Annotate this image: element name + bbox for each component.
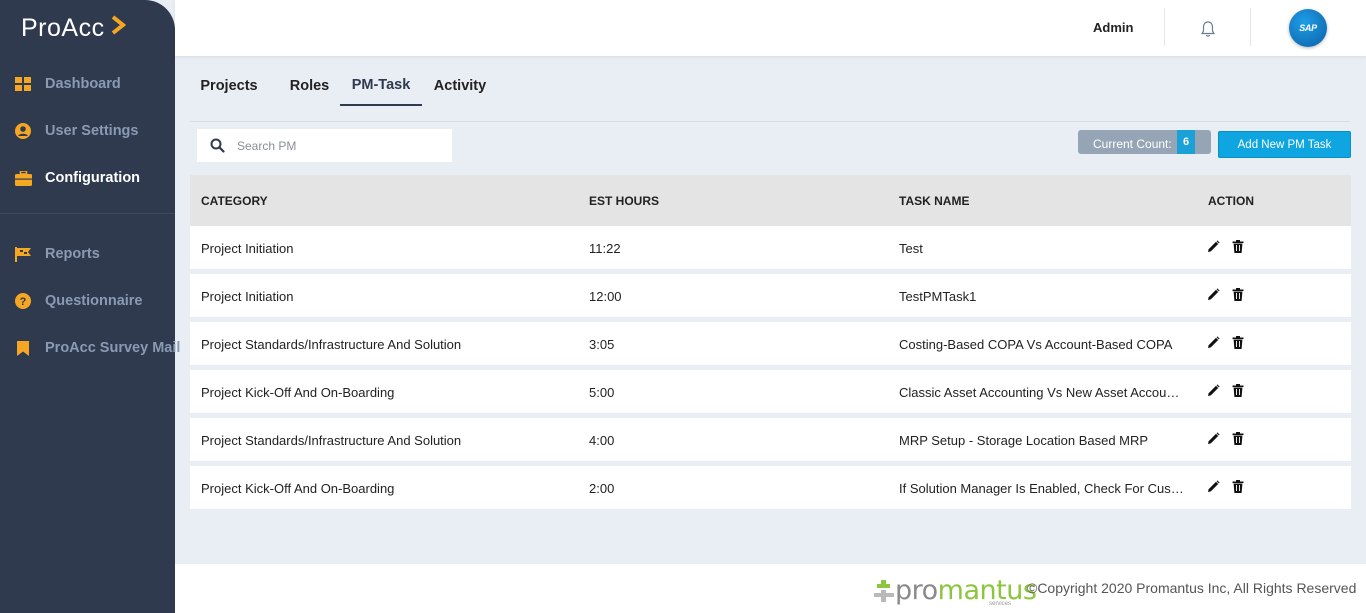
edit-icon[interactable] bbox=[1207, 432, 1221, 446]
grid-icon bbox=[14, 75, 32, 93]
logo-prefix: pro bbox=[895, 575, 938, 606]
avatar-text: SAP bbox=[1299, 23, 1317, 33]
header-action: ACTION bbox=[1208, 194, 1254, 208]
add-pm-task-button[interactable]: Add New PM Task bbox=[1218, 131, 1351, 158]
cell-est-hours: 2:00 bbox=[589, 481, 615, 496]
tab-projects[interactable]: Projects bbox=[190, 66, 268, 106]
tab-label: PM-Task bbox=[351, 77, 411, 93]
cell-task-name: TestPMTask1 bbox=[899, 289, 977, 304]
cell-category: Project Standards/Infrastructure And Sol… bbox=[201, 337, 462, 352]
edit-icon[interactable] bbox=[1207, 288, 1221, 302]
delete-icon[interactable] bbox=[1232, 240, 1246, 254]
promantus-wordmark: promantus bbox=[895, 575, 1037, 606]
table-row: Project Kick-Off And On-Boarding 5:00 Clas… bbox=[190, 370, 1351, 413]
sidebar-item-survey-mail[interactable]: ProAcc Survey Mail bbox=[0, 326, 180, 370]
sidebar-item-questionnaire[interactable]: ? Questionnaire bbox=[0, 279, 175, 323]
sidebar-item-reports[interactable]: Reports bbox=[0, 232, 175, 276]
app-logo[interactable]: ProAcc bbox=[21, 14, 129, 43]
delete-icon[interactable] bbox=[1232, 336, 1246, 350]
user-circle-icon bbox=[14, 122, 32, 140]
tab-label: Activity bbox=[433, 78, 487, 94]
sidebar-item-label: User Settings bbox=[45, 123, 139, 139]
cell-task-name: If Solution Manager Is Enabled, Check Fo… bbox=[899, 481, 1185, 496]
cell-task-name: Test bbox=[899, 241, 923, 256]
search-box bbox=[197, 129, 452, 162]
top-bar: Admin SAP bbox=[175, 0, 1366, 56]
logo-suffix: mantus bbox=[937, 575, 1037, 606]
table-row: Project Standards/Infrastructure And Sol… bbox=[190, 418, 1351, 461]
logo-sub: services bbox=[989, 601, 1012, 607]
chevron-right-icon bbox=[109, 14, 129, 43]
cell-est-hours: 4:00 bbox=[589, 433, 615, 448]
cell-category: Project Kick-Off And On-Boarding bbox=[201, 481, 395, 496]
edit-icon[interactable] bbox=[1207, 336, 1221, 350]
header-category: CATEGORY bbox=[201, 194, 268, 208]
sidebar-item-configuration[interactable]: Configuration bbox=[0, 156, 175, 200]
cell-est-hours: 5:00 bbox=[589, 385, 615, 400]
cell-task-name: Classic Asset Accounting Vs New Asset Ac… bbox=[899, 385, 1185, 400]
delete-icon[interactable] bbox=[1232, 384, 1246, 398]
sidebar-divider bbox=[0, 213, 175, 214]
flag-icon bbox=[14, 245, 32, 263]
table-row: Project Kick-Off And On-Boarding 2:00 If S… bbox=[190, 466, 1351, 509]
header-divider bbox=[1250, 8, 1251, 46]
sidebar-item-dashboard[interactable]: Dashboard bbox=[0, 62, 175, 106]
sidebar-item-label: Reports bbox=[45, 246, 100, 262]
sidebar-item-label: Configuration bbox=[45, 170, 141, 186]
table-row: Project Initiation 12:00 TestPMTask1 bbox=[190, 274, 1351, 317]
question-circle-icon: ? bbox=[14, 292, 32, 310]
sidebar-item-user-settings[interactable]: User Settings bbox=[0, 109, 175, 153]
header-task-name: TASK NAME bbox=[899, 194, 970, 208]
table-row: Project Standards/Infrastructure And Sol… bbox=[190, 322, 1351, 365]
cell-category: Project Standards/Infrastructure And Sol… bbox=[201, 433, 462, 448]
cell-category: Project Kick-Off And On-Boarding bbox=[201, 385, 395, 400]
sidebar: ProAcc Dashboard User Settings Configura… bbox=[0, 0, 180, 613]
promantus-logo: promantus services bbox=[873, 572, 1037, 607]
cell-category: Project Initiation bbox=[201, 289, 294, 304]
tab-label: Roles bbox=[289, 78, 330, 94]
promantus-mark-icon bbox=[874, 580, 894, 602]
search-icon bbox=[210, 138, 225, 153]
tab-roles[interactable]: Roles bbox=[282, 66, 337, 106]
table-header: CATEGORY EST HOURS TASK NAME ACTION bbox=[190, 175, 1351, 226]
sidebar-item-label: Dashboard bbox=[45, 76, 121, 92]
count-value: 6 bbox=[1177, 130, 1195, 154]
avatar[interactable]: SAP bbox=[1289, 9, 1327, 47]
copyright-text: ©Copyright 2020 Promantus Inc, All Right… bbox=[1027, 580, 1357, 596]
tab-bar: Projects Roles PM-Task Activity bbox=[190, 66, 1350, 122]
header-divider bbox=[1164, 8, 1165, 46]
cell-task-name: Costing-Based COPA Vs Account-Based COPA bbox=[899, 337, 1173, 352]
search-input[interactable] bbox=[237, 135, 442, 156]
delete-icon[interactable] bbox=[1232, 480, 1246, 494]
delete-icon[interactable] bbox=[1232, 432, 1246, 446]
sidebar-item-label: ProAcc Survey Mail bbox=[45, 340, 181, 356]
svg-text:?: ? bbox=[20, 296, 27, 308]
header-est-hours: EST HOURS bbox=[589, 194, 660, 208]
edit-icon[interactable] bbox=[1207, 384, 1221, 398]
current-count-badge: Current Count: 6 bbox=[1078, 130, 1211, 154]
bookmark-icon bbox=[14, 339, 32, 357]
cell-task-name: MRP Setup - Storage Location Based MRP bbox=[899, 433, 1149, 448]
tab-pm-task[interactable]: PM-Task bbox=[340, 66, 422, 106]
cell-est-hours: 11:22 bbox=[589, 241, 621, 256]
tab-label: Projects bbox=[200, 78, 258, 94]
footer: promantus services ©Copyright 2020 Proma… bbox=[175, 564, 1366, 613]
user-name[interactable]: Admin bbox=[1093, 20, 1133, 35]
edit-icon[interactable] bbox=[1207, 480, 1221, 494]
count-label: Current Count: bbox=[1093, 137, 1172, 151]
cell-est-hours: 12:00 bbox=[589, 289, 622, 304]
briefcase-icon bbox=[14, 169, 32, 187]
tab-activity[interactable]: Activity bbox=[428, 66, 492, 106]
delete-icon[interactable] bbox=[1232, 288, 1246, 302]
edit-icon[interactable] bbox=[1207, 240, 1221, 254]
cell-est-hours: 3:05 bbox=[589, 337, 615, 352]
cell-category: Project Initiation bbox=[201, 241, 294, 256]
sidebar-item-label: Questionnaire bbox=[45, 293, 143, 309]
table-row: Project Initiation 11:22 Test bbox=[190, 226, 1351, 269]
app-logo-text: ProAcc bbox=[21, 14, 105, 42]
bell-icon[interactable] bbox=[1199, 20, 1217, 38]
